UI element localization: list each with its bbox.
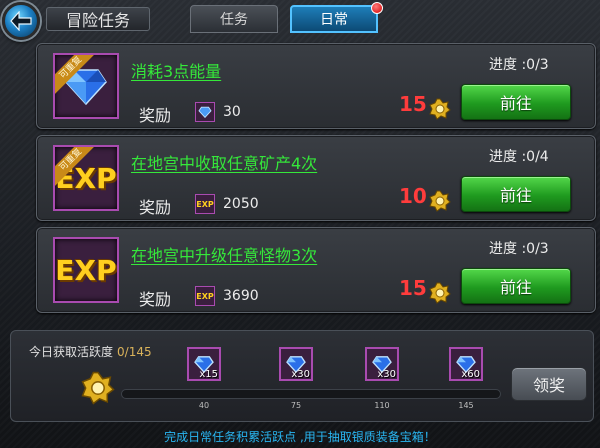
milestone-threshold: 145	[458, 401, 474, 410]
reward-label: 奖励	[139, 198, 172, 217]
milestone-threshold: 75	[290, 401, 302, 410]
task-icon-frame: EXP 可重复	[53, 145, 119, 211]
exp-icon: EXP	[55, 253, 117, 287]
tab-task-label: 任务	[220, 12, 248, 28]
activity-count: 0/145	[117, 345, 152, 359]
activity-points: 15	[399, 276, 427, 300]
reward-amount: 2050	[223, 196, 259, 212]
task-title[interactable]: 消耗3点能量	[131, 58, 221, 82]
task-title[interactable]: 在地宫中收取任意矿产4次	[131, 150, 317, 174]
back-arrow-icon	[10, 11, 32, 31]
reward-amount: 30	[223, 104, 241, 120]
page-title: 冒险任务	[46, 7, 150, 31]
milestone-chest[interactable]: x30	[365, 347, 399, 381]
milestone-threshold: 40	[198, 401, 210, 410]
reward-exp-icon: EXP	[195, 286, 215, 306]
tab-daily-label: 日常	[320, 12, 348, 28]
reward-label: 奖励	[139, 290, 172, 309]
medal-icon	[429, 190, 451, 212]
milestone-qty: x60	[461, 369, 480, 380]
activity-points: 15	[399, 92, 427, 116]
milestone-qty: x30	[291, 369, 310, 380]
milestone-chest[interactable]: x15	[187, 347, 221, 381]
task-card: EXP 在地宫中升级任意怪物3次 奖励 EXP 3690 进度 :0/3 15 …	[36, 227, 596, 313]
medal-icon	[429, 98, 451, 120]
task-card: 可重复 消耗3点能量 奖励 30 进度 :0/3 15 前往	[36, 43, 596, 129]
milestone-chest[interactable]: x30	[279, 347, 313, 381]
activity-panel: 今日获取活跃度 0/145 x15 x30 x30 x60 40 75 110 1…	[10, 330, 594, 422]
reward-diamond-icon	[195, 102, 215, 122]
notification-dot	[371, 2, 383, 14]
medal-icon	[429, 282, 451, 304]
reward-amount: 3690	[223, 288, 259, 304]
go-button[interactable]: 前往	[461, 268, 571, 304]
task-progress: 进度 :0/4	[489, 149, 549, 165]
task-progress: 进度 :0/3	[489, 57, 549, 73]
activity-label-text: 今日获取活跃度	[29, 345, 114, 359]
tab-daily[interactable]: 日常	[290, 2, 383, 33]
back-button[interactable]	[2, 2, 40, 40]
milestone-qty: x15	[199, 369, 218, 380]
milestone-threshold: 110	[374, 401, 390, 410]
task-icon-frame: EXP	[53, 237, 119, 303]
footer-hint: 完成日常任务积累活跃点 ,用于抽取银质装备宝箱！	[164, 430, 436, 444]
reward-exp-icon: EXP	[195, 194, 215, 214]
task-icon-frame: 可重复	[53, 53, 119, 119]
reward-label: 奖励	[139, 106, 172, 125]
tab-task[interactable]: 任务	[190, 5, 278, 33]
milestone-qty: x30	[377, 369, 396, 380]
claim-reward-button[interactable]: 领奖	[511, 367, 587, 401]
medal-icon	[81, 371, 115, 405]
task-progress: 进度 :0/3	[489, 241, 549, 257]
activity-label: 今日获取活跃度 0/145	[29, 343, 152, 360]
task-title[interactable]: 在地宫中升级任意怪物3次	[131, 242, 317, 266]
activity-points: 10	[399, 184, 427, 208]
task-card: EXP 可重复 在地宫中收取任意矿产4次 奖励 EXP 2050 进度 :0/4…	[36, 135, 596, 221]
activity-progress-track	[121, 389, 501, 399]
milestone-chest[interactable]: x60	[449, 347, 483, 381]
go-button[interactable]: 前往	[461, 84, 571, 120]
go-button[interactable]: 前往	[461, 176, 571, 212]
